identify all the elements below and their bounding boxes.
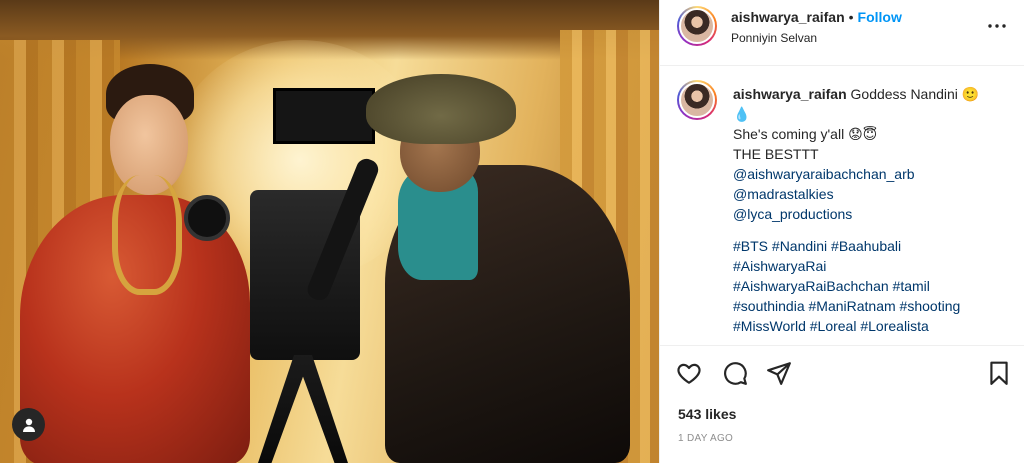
mention-link[interactable]: @madrastalkies [733,184,1013,204]
hashtag-line[interactable]: #AishwaryaRaiBachchan #tamil [733,276,1013,296]
hashtag-line[interactable]: #BTS #Nandini #Baahubali [733,236,1013,256]
paper-plane-icon [767,362,791,385]
share-button[interactable] [766,360,794,388]
avatar-image [679,82,715,118]
post-photo[interactable] [0,0,659,463]
photo-hat [366,74,516,144]
follow-button[interactable]: Follow [858,9,902,25]
likes-count[interactable]: 543 likes [678,406,736,422]
comment-icon [724,362,747,385]
mention-link[interactable]: @lyca_productions [733,204,1013,224]
save-button[interactable] [986,360,1014,388]
post-time[interactable]: 1 DAY AGO [678,433,733,444]
comment-button[interactable] [722,360,750,388]
user-icon [22,418,35,432]
hashtag-line[interactable]: #southindia #ManiRatnam #shooting [733,296,1013,316]
author-username[interactable]: aishwarya_raifan [731,9,845,25]
like-button[interactable] [676,360,704,388]
separator-dot: • [848,9,854,25]
header-row: aishwarya_raifan • Follow [731,9,902,27]
more-horizontal-icon [988,24,1006,28]
caption-line-2: 💧 [733,106,751,122]
caption-line-4: THE BESTTT [733,146,819,162]
action-bar [660,348,1024,398]
heart-icon [677,363,701,384]
hashtag-line[interactable]: #AishwaryaRai [733,256,1013,276]
mention-link[interactable]: @aishwaryaraibachchan_arb [733,164,1013,184]
caption-line-1: Goddess Nandini 🙂 [850,86,980,102]
photo-camera-lens [184,195,230,241]
avatar-image [679,8,715,44]
post-header: aishwarya_raifan • Follow Ponniyin Selvan [660,0,1024,66]
caption-first-line: aishwarya_raifan Goddess Nandini 🙂 [733,84,1013,104]
author-avatar[interactable] [677,6,717,46]
caption-text: aishwarya_raifan Goddess Nandini 🙂 💧 She… [733,84,1013,336]
caption-avatar[interactable] [677,80,717,120]
post-location[interactable]: Ponniyin Selvan [731,31,817,45]
hashtag-line[interactable]: #MissWorld #Loreal #Lorealista [733,316,1013,336]
caption-username[interactable]: aishwarya_raifan [733,86,847,102]
photo-necklace [112,175,182,295]
more-options-button[interactable] [982,14,1012,38]
tagged-user-button[interactable] [12,408,45,441]
caption-area: aishwarya_raifan Goddess Nandini 🙂 💧 She… [660,66,1024,346]
photo-tripod [258,355,348,463]
bookmark-icon [990,361,1008,385]
post-side-panel: aishwarya_raifan • Follow Ponniyin Selvan … [659,0,1024,463]
photo-camera-monitor [273,88,375,144]
caption-line-3: She's coming y'all 😟😇 [733,126,878,142]
